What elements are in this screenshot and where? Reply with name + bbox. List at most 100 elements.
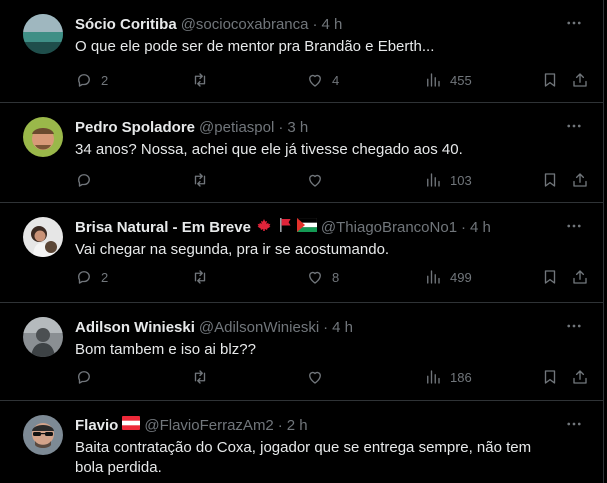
retweet-icon: [194, 173, 206, 187]
author-handle[interactable]: @sociocoxabranca: [181, 16, 309, 33]
views-count: 455: [450, 72, 472, 88]
tweet-header: Flavio @FlavioFerrazAm2 · 2 h: [75, 415, 308, 435]
retweet-icon: [194, 73, 206, 87]
tweet[interactable]: Flavio @FlavioFerrazAm2 · 2 h Baita cont…: [0, 401, 603, 483]
bookmark-icon: [544, 370, 556, 384]
reply-button[interactable]: 2: [75, 70, 108, 90]
like-count: 8: [332, 269, 340, 285]
tweet-header: Brisa Natural - Em Breve @ThiagoBrancoNo…: [75, 217, 491, 237]
reply-button[interactable]: 2: [75, 267, 108, 287]
retweet-button[interactable]: [191, 70, 217, 90]
timestamp[interactable]: 4 h: [470, 219, 491, 236]
timestamp[interactable]: 4 h: [321, 16, 342, 33]
author-name[interactable]: Pedro Spoladore: [75, 119, 195, 136]
author-name[interactable]: Brisa Natural - Em Breve: [75, 219, 251, 236]
more-dots-icon[interactable]: [565, 217, 583, 235]
author-name[interactable]: Flavio: [75, 417, 118, 434]
retweet-icon: [194, 270, 206, 284]
tweet-text: Bom tambem e iso ai blz??: [75, 341, 256, 358]
reply-count: 2: [101, 269, 109, 285]
author-name[interactable]: Adilson Winieski: [75, 319, 195, 336]
share-button[interactable]: [571, 367, 589, 387]
like-button[interactable]: 4: [306, 70, 339, 90]
timestamp[interactable]: 4 h: [332, 319, 353, 336]
avatar[interactable]: [23, 317, 63, 357]
author-name[interactable]: Sócio Coritiba: [75, 16, 177, 33]
heart-icon: [309, 371, 321, 384]
more-dots-icon[interactable]: [565, 117, 583, 135]
reply-icon: [78, 174, 90, 187]
separator-dot: ·: [312, 15, 318, 33]
bookmark-button[interactable]: [541, 70, 559, 90]
tweet-text: Baita contratação do Coxa, jogador que s…: [75, 439, 532, 476]
share-button[interactable]: [571, 70, 589, 90]
heart-icon: [309, 174, 321, 187]
views-count: 103: [450, 172, 472, 188]
reply-button[interactable]: [75, 170, 101, 190]
retweet-icon: [194, 370, 206, 384]
author-handle[interactable]: @AdilsonWinieski: [199, 319, 319, 336]
heart-icon: [309, 271, 321, 284]
reply-button[interactable]: [75, 367, 101, 387]
retweet-button[interactable]: [191, 267, 217, 287]
tweet[interactable]: Adilson Winieski @AdilsonWinieski · 4 h …: [0, 303, 603, 401]
bookmark-button[interactable]: [541, 267, 559, 287]
retweet-button[interactable]: [191, 367, 217, 387]
palestine-flag-icon: [296, 217, 318, 236]
separator-dot: ·: [461, 218, 467, 236]
share-button[interactable]: [571, 170, 589, 190]
more-dots-icon[interactable]: [565, 14, 583, 32]
views-button[interactable]: 455: [424, 70, 472, 90]
avatar[interactable]: [23, 217, 63, 257]
tweet-header: Sócio Coritiba @sociocoxabranca · 4 h: [75, 14, 342, 34]
avatar[interactable]: [23, 117, 63, 157]
avatar[interactable]: [23, 14, 63, 54]
heart-icon: [309, 74, 321, 87]
like-button[interactable]: 8: [306, 267, 339, 287]
separator-dot: ·: [323, 318, 329, 336]
views-button[interactable]: 499: [424, 267, 472, 287]
views-chart-icon: [427, 173, 440, 187]
reply-icon: [78, 74, 90, 87]
reply-icon: [78, 371, 90, 384]
share-icon: [573, 270, 587, 284]
avatar[interactable]: [23, 415, 63, 455]
author-handle[interactable]: @FlavioFerrazAm2: [144, 417, 273, 434]
views-count: 186: [450, 369, 472, 385]
bookmark-button[interactable]: [541, 367, 559, 387]
reply-icon: [78, 271, 90, 284]
separator-dot: ·: [278, 118, 284, 136]
retweet-button[interactable]: [191, 170, 217, 190]
action-bar: 2 8 499: [75, 267, 595, 287]
like-button[interactable]: [306, 367, 332, 387]
like-button[interactable]: [306, 170, 332, 190]
bookmark-icon: [544, 173, 556, 187]
author-handle[interactable]: @petiaspol: [199, 119, 274, 136]
separator-dot: ·: [277, 416, 283, 434]
views-button[interactable]: 186: [424, 367, 472, 387]
more-dots-icon[interactable]: [565, 415, 583, 433]
bookmark-button[interactable]: [541, 170, 559, 190]
tweet[interactable]: Brisa Natural - Em Breve @ThiagoBrancoNo…: [0, 203, 603, 303]
author-handle[interactable]: @ThiagoBrancoNo1: [321, 219, 457, 236]
reply-count: 2: [101, 72, 109, 88]
share-button[interactable]: [571, 267, 589, 287]
more-dots-icon[interactable]: [565, 317, 583, 335]
share-icon: [573, 370, 587, 384]
timestamp[interactable]: 3 h: [287, 119, 308, 136]
canada-flag-icon: [255, 218, 273, 236]
tweet-text: 34 anos? Nossa, achei que ele já tivesse…: [75, 141, 463, 158]
tweet[interactable]: Sócio Coritiba @sociocoxabranca · 4 h O …: [0, 0, 603, 103]
views-chart-icon: [427, 370, 440, 384]
views-count: 499: [450, 269, 472, 285]
action-bar: 103: [75, 170, 595, 190]
action-bar: 186: [75, 367, 595, 387]
tweet-header: Pedro Spoladore @petiaspol · 3 h: [75, 117, 308, 137]
tweet[interactable]: Pedro Spoladore @petiaspol · 3 h 34 anos…: [0, 103, 603, 203]
views-button[interactable]: 103: [424, 170, 472, 190]
share-icon: [573, 73, 587, 87]
like-count: 4: [332, 72, 340, 88]
reply-feed: Sócio Coritiba @sociocoxabranca · 4 h O …: [0, 0, 604, 483]
bookmark-icon: [544, 270, 556, 284]
timestamp[interactable]: 2 h: [287, 417, 308, 434]
